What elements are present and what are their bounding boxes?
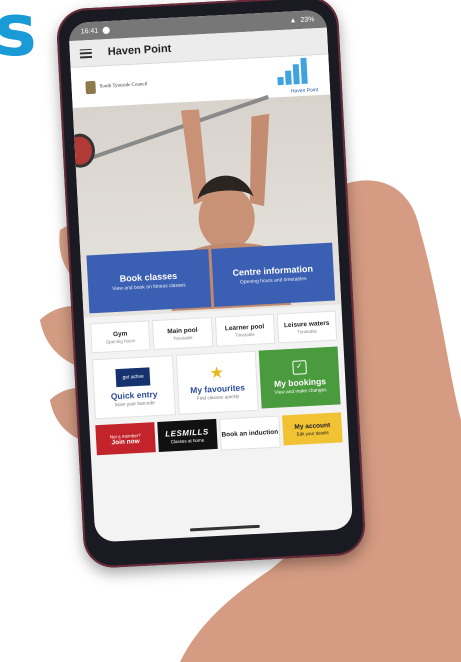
- phone-screen: 16:41 ⬤ ▲ 23% Haven Point South Tyneside…: [68, 9, 354, 543]
- promo-image: s 16:41 ⬤ ▲ 23% Haven Point South Tynesi…: [0, 0, 461, 662]
- app-title: Haven Point: [107, 42, 172, 59]
- gym-button[interactable]: Gym Opening hours: [90, 320, 151, 354]
- quick-entry-subtitle: Scan your barcode: [114, 400, 155, 408]
- centre-information-subtitle: Opening hours and timetables: [239, 275, 307, 286]
- book-induction-label: Book an induction: [221, 428, 279, 439]
- book-classes-subtitle: View and book on fitness classes: [112, 282, 186, 293]
- my-bookings-subtitle: View and make changes: [274, 388, 327, 396]
- cta-row: Book classes View and book on fitness cl…: [80, 242, 341, 314]
- main-pool-button[interactable]: Main pool Timetable: [152, 317, 213, 351]
- leisure-waters-button[interactable]: Leisure waters Timetable: [276, 310, 338, 344]
- main-pool-subtitle: Timetable: [172, 334, 193, 341]
- gym-subtitle: Opening hours: [105, 337, 136, 345]
- my-bookings-label: My bookings: [273, 376, 327, 389]
- my-favourites-subtitle: Find classes quickly: [196, 394, 240, 402]
- main-pool-label: Main pool: [167, 326, 198, 335]
- leisure-waters-label: Leisure waters: [283, 319, 330, 329]
- my-bookings-button[interactable]: ✓ My bookings View and make changes: [258, 346, 341, 409]
- lesmills-subtitle: Classes at home: [170, 437, 205, 444]
- hero-banner: South Tyneside Council Haven Point Book …: [70, 54, 342, 318]
- get-active-logo: get active: [115, 366, 151, 387]
- battery-level: 23%: [300, 15, 315, 24]
- lesmills-button[interactable]: LESMILLS Classes at home: [157, 418, 218, 452]
- join-now-button[interactable]: Not a member? Join now: [95, 422, 156, 456]
- my-account-button[interactable]: My account Edit your details: [282, 412, 343, 446]
- learner-pool-subtitle: Timetable: [234, 331, 255, 338]
- home-indicator[interactable]: [189, 524, 260, 532]
- council-logo: South Tyneside Council: [85, 78, 148, 95]
- my-favourites-button[interactable]: ★ My favourites Find classes quickly: [175, 350, 260, 415]
- star-icon: ★: [209, 363, 225, 382]
- quick-entry-label: Quick entry: [110, 388, 158, 401]
- haven-point-logo: Haven Point: [276, 57, 318, 95]
- notification-icon: ⬤: [102, 26, 111, 35]
- haven-point-name: Haven Point: [290, 87, 319, 95]
- learner-pool-label: Learner pool: [224, 322, 265, 332]
- council-name: South Tyneside Council: [99, 82, 148, 90]
- crest-icon: [85, 80, 96, 95]
- learner-pool-button[interactable]: Learner pool Timetable: [214, 313, 276, 347]
- leisure-waters-subtitle: Timetable: [297, 328, 317, 335]
- centre-information-button[interactable]: Centre information Opening hours and tim…: [210, 242, 336, 307]
- quick-entry-button[interactable]: get active Quick entry Scan your barcode: [91, 355, 176, 420]
- hamburger-icon[interactable]: [79, 48, 93, 59]
- phone-frame: 16:41 ⬤ ▲ 23% Haven Point South Tyneside…: [0, 0, 461, 662]
- calendar-check-icon: ✓: [291, 360, 307, 375]
- join-now-label: Join now: [111, 437, 140, 446]
- my-account-subtitle: Edit your details: [296, 429, 329, 437]
- book-induction-button[interactable]: Book an induction: [218, 415, 282, 451]
- status-time: 16:41: [80, 27, 99, 35]
- book-classes-button[interactable]: Book classes View and book on fitness cl…: [86, 249, 211, 314]
- signal-icon: ▲: [289, 16, 297, 25]
- gym-label: Gym: [112, 329, 128, 338]
- my-favourites-label: My favourites: [189, 381, 246, 395]
- book-classes-label: Book classes: [119, 270, 178, 284]
